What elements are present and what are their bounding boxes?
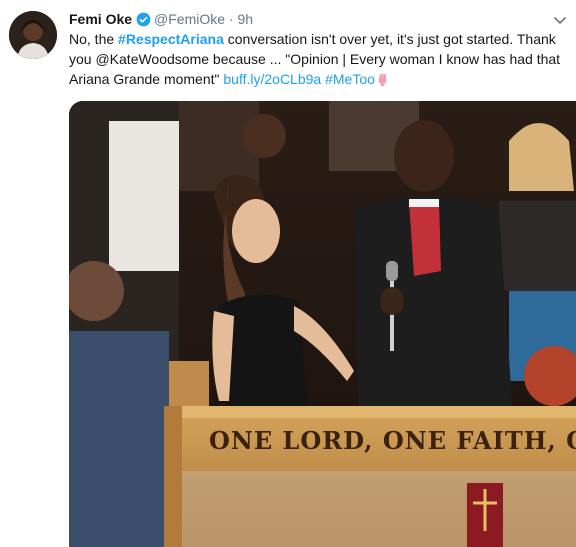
avatar[interactable]: [9, 11, 57, 59]
tweet: Femi Oke @FemiOke · 9h No, the #RespectAr…: [0, 0, 576, 547]
tweet-photo[interactable]: ONE LORD, ONE FAITH, ONE BA: [69, 101, 576, 547]
chevron-down-icon[interactable]: [551, 11, 569, 29]
photo-scene: [69, 101, 576, 547]
pulpit-sign-text: ONE LORD, ONE FAITH, ONE BA: [209, 426, 576, 455]
verified-badge-icon: [136, 12, 151, 27]
raised-fist-emoji-icon: [378, 73, 387, 87]
tweet-text: No, the #RespectAriana conversation isn'…: [69, 29, 569, 89]
url-link[interactable]: buff.ly/2oCLb9a: [223, 71, 321, 87]
hashtag-link[interactable]: #RespectAriana: [118, 31, 224, 47]
author-handle[interactable]: @FemiOke: [154, 11, 225, 27]
tweet-header: Femi Oke @FemiOke · 9h: [69, 9, 556, 29]
tweet-text-part: No, the: [69, 31, 119, 47]
timestamp[interactable]: 9h: [237, 11, 253, 27]
separator-dot: ·: [228, 11, 234, 27]
author-name[interactable]: Femi Oke: [69, 11, 132, 27]
hashtag-link[interactable]: #MeToo: [325, 71, 375, 87]
